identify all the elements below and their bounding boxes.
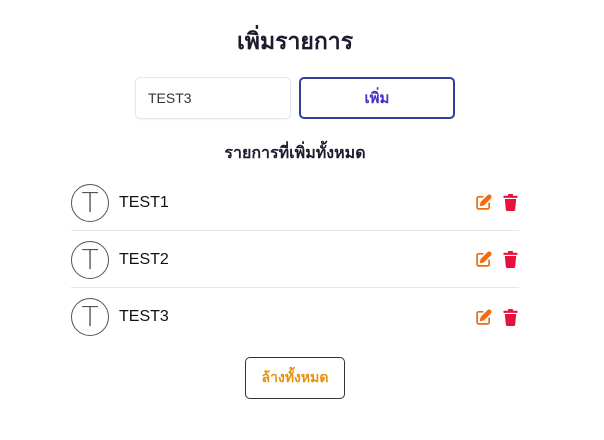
trash-icon[interactable] <box>502 194 519 211</box>
avatar: T <box>71 298 109 336</box>
item-actions <box>475 194 519 211</box>
list-heading: รายการที่เพิ่มทั้งหมด <box>224 143 366 162</box>
trash-icon[interactable] <box>502 251 519 268</box>
clear-all-button[interactable]: ล้างทั้งหมด <box>245 357 345 399</box>
page-title: เพิ่มรายการ <box>236 29 354 55</box>
item-actions <box>475 251 519 268</box>
edit-icon[interactable] <box>475 194 492 211</box>
add-item-form: เพิ่ม <box>135 77 455 119</box>
item-actions <box>475 308 519 326</box>
item-list: T TEST1 T TEST2 T TEST3 <box>71 175 519 346</box>
item-label: TEST3 <box>119 308 169 325</box>
item-label: TEST1 <box>119 193 169 211</box>
edit-icon[interactable] <box>475 309 492 326</box>
page: เพิ่มรายการ เพิ่ม รายการที่เพิ่มทั้งหมด … <box>0 0 604 440</box>
trash-icon[interactable] <box>502 308 519 326</box>
list-item: T TEST2 <box>71 232 519 288</box>
item-label: TEST2 <box>119 250 169 268</box>
avatar: T <box>71 183 109 222</box>
item-input[interactable] <box>135 77 291 119</box>
list-item: T TEST3 <box>71 289 519 345</box>
add-button[interactable]: เพิ่ม <box>299 77 455 119</box>
list-item: T TEST1 <box>71 175 519 231</box>
edit-icon[interactable] <box>475 251 492 268</box>
avatar: T <box>71 240 109 279</box>
